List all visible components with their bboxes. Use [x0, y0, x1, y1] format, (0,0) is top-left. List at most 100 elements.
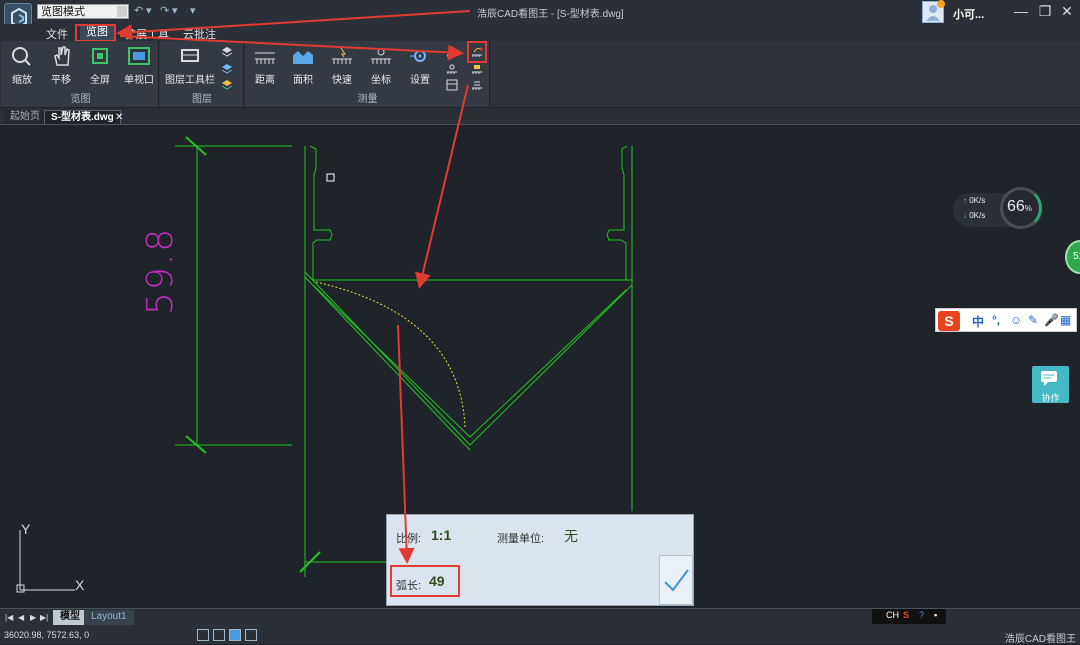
zoom-label: 缩放 [12, 75, 32, 86]
user-name[interactable]: 小可... [953, 6, 984, 22]
perimeter-measure-icon[interactable] [471, 63, 483, 75]
quick-measure-label: 快速 [332, 75, 352, 86]
tray-help-icon[interactable]: ? [919, 610, 924, 620]
upload-speed-value: 0K/s [969, 196, 986, 205]
cursor-coordinates: 36020.98, 7572.63, 0 [4, 630, 90, 640]
area-button[interactable]: 面积 [285, 45, 321, 86]
close-button[interactable]: ✕ [1058, 2, 1076, 20]
layer-toolbar-button[interactable]: 图层工具栏 [164, 45, 216, 86]
layer-freeze-icon[interactable] [221, 63, 233, 75]
layers-icon [181, 49, 199, 62]
tray-menu-icon[interactable]: ▪ [934, 610, 937, 620]
confirm-button[interactable] [659, 555, 693, 605]
single-viewport-button[interactable]: 单视口 [121, 45, 157, 86]
tab-file[interactable]: 文件 [46, 26, 68, 42]
ime-voice-icon[interactable]: 🎤 [1044, 313, 1059, 327]
fullscreen-button[interactable]: 全屏 [82, 45, 118, 86]
undo-icon[interactable]: ↶ [134, 4, 143, 17]
app-title: 浩辰CAD看图王 [477, 9, 549, 20]
ime-handwrite-icon[interactable]: ✎ [1028, 313, 1038, 327]
checkmark-icon [664, 569, 689, 592]
memory-usage-value: 66% [1007, 198, 1032, 216]
view-mode-value: 览图模式 [41, 6, 85, 18]
customize-quick-access-icon[interactable]: ▾ [190, 4, 196, 17]
sogou-logo-icon[interactable]: S [938, 311, 960, 331]
view-mode-select[interactable]: 览图模式 [37, 4, 129, 19]
scale-label: 比例: [396, 533, 422, 545]
ime-chinese-mode[interactable]: 中 [972, 313, 984, 330]
restore-button[interactable]: ❐ [1036, 2, 1054, 20]
fullscreen-icon [92, 48, 108, 64]
first-layout-icon[interactable]: |◀ [5, 613, 13, 622]
tab-extension-tools[interactable]: 扩展工具 [125, 26, 169, 42]
quick-measure-button[interactable]: 快速 [324, 45, 360, 86]
unit-value[interactable]: 无 [564, 526, 578, 546]
pan-label: 平移 [51, 75, 71, 86]
tab-model[interactable]: 模型 [53, 610, 87, 625]
layer-stack-icon[interactable] [221, 46, 233, 58]
quick-ruler-icon [332, 47, 352, 64]
ime-punctuation-icon[interactable]: °, [992, 313, 1000, 327]
area-label: 面积 [293, 75, 313, 86]
title-bar: 览图模式 ↶ ▾ ↷ ▾ ▾ 浩辰CAD看图王 - [S-型材表.dwg] 小可… [0, 0, 1080, 31]
redo-icon[interactable]: ↷ [160, 4, 169, 17]
svg-text:Y: Y [21, 521, 31, 537]
collaborate-label: 协作 [1041, 393, 1060, 403]
gear-icon [410, 50, 426, 62]
ribbon: 缩放 平移 全屏 单视口 览图 图层工具栏 图层 距离 面积 快速 坐标 设置 … [0, 41, 1080, 107]
magnifier-icon [12, 47, 31, 66]
angle-measure-icon[interactable] [446, 46, 458, 58]
redo-dropdown-icon[interactable]: ▾ [172, 4, 178, 17]
unit-label: 测量单位: [497, 533, 545, 545]
zoom-status-icon[interactable] [213, 629, 225, 641]
status-app-name: 浩辰CAD看图王 [1004, 634, 1076, 645]
coordinate-button[interactable]: 坐标 [363, 45, 399, 86]
document-tabs: 起始页 S-型材表.dwg [0, 108, 1080, 125]
tray-sogou-icon[interactable]: S [903, 610, 909, 620]
ribbon-group-measure: 距离 面积 快速 坐标 设置 测量 [245, 41, 490, 107]
ribbon-group-view-label: 览图 [70, 94, 91, 105]
crosshair-icon[interactable] [229, 629, 241, 641]
dimension-text: 59.8 [140, 226, 181, 315]
status-bar: 36020.98, 7572.63, 0 浩辰CAD看图王 [0, 626, 1080, 645]
tab-layout1[interactable]: Layout1 [84, 610, 134, 625]
tab-current-document[interactable]: S-型材表.dwg [44, 110, 121, 124]
next-layout-icon[interactable]: ▶ [30, 613, 36, 622]
fit-view-icon[interactable] [245, 629, 257, 641]
area-icon [293, 51, 313, 64]
zoom-button[interactable]: 缩放 [4, 45, 40, 86]
tray-language[interactable]: CH [886, 610, 899, 620]
highlight-box-view-tab [75, 24, 116, 42]
distance-button[interactable]: 距离 [247, 45, 283, 86]
close-tab-icon[interactable]: ✕ [115, 112, 123, 123]
file-title: - [S-型材表.dwg] [550, 9, 624, 20]
notification-dot [937, 0, 945, 8]
ime-toolbar[interactable]: S 中 °, ☺ ✎ 🎤 ▦ [935, 308, 1077, 332]
ruler-distance-icon [255, 52, 275, 64]
scale-value[interactable]: 1:1 [431, 527, 451, 543]
system-tray: CH S ? ▪ [872, 609, 946, 624]
tab-cloud-annotation[interactable]: 云批注 [183, 26, 216, 42]
chevron-down-icon[interactable] [117, 6, 127, 17]
ribbon-group-layer-label: 图层 [192, 94, 212, 105]
pan-button[interactable]: 平移 [43, 45, 79, 86]
tab-start-page[interactable]: 起始页 [4, 110, 46, 124]
radius-measure-icon[interactable] [446, 63, 458, 75]
grid-icon[interactable] [197, 629, 209, 641]
collaborate-button[interactable]: 协作 [1032, 366, 1069, 403]
hand-icon [54, 46, 70, 66]
distance-label: 距离 [255, 75, 275, 86]
ime-emoji-icon[interactable]: ☺ [1010, 313, 1022, 327]
prev-layout-icon[interactable]: ◀ [18, 613, 24, 622]
ime-toolbox-icon[interactable]: ▦ [1060, 313, 1071, 327]
undo-dropdown-icon[interactable]: ▾ [146, 4, 152, 17]
last-layout-icon[interactable]: ▶| [40, 613, 48, 622]
ribbon-group-view: 缩放 平移 全屏 单视口 览图 [2, 41, 159, 107]
download-speed-value: 0K/s [969, 211, 986, 220]
minimize-button[interactable]: — [1012, 2, 1030, 20]
measure-settings-button[interactable]: 设置 [402, 45, 438, 86]
chat-bubble-icon [1041, 371, 1057, 386]
measure-settings-label: 设置 [410, 75, 430, 86]
download-speed: ↓ 0K/s [963, 211, 986, 220]
measured-arc [315, 281, 466, 428]
